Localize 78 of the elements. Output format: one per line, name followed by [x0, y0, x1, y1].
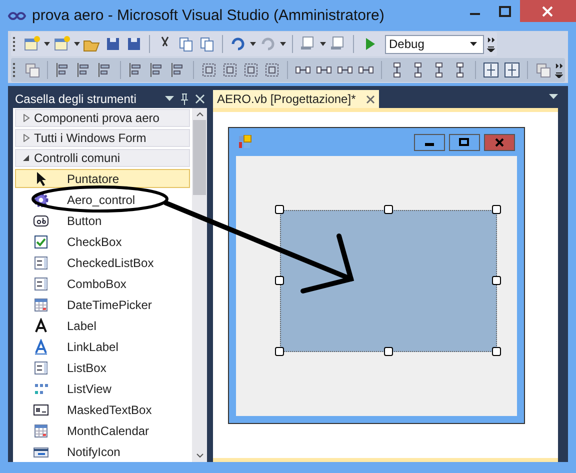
alignment-icon[interactable]	[221, 61, 239, 79]
close-icon[interactable]	[366, 94, 375, 104]
toolbox-item[interactable]: NotifyIcon	[15, 442, 190, 461]
undo-icon[interactable]	[229, 35, 247, 53]
alignment-icon[interactable]	[482, 61, 500, 79]
dropdown-icon[interactable]	[165, 96, 174, 102]
toolbox-item[interactable]: MaskedTextBox	[15, 400, 190, 419]
resize-handle[interactable]	[492, 276, 501, 285]
overflow-icon[interactable]	[555, 62, 563, 78]
expander-icon[interactable]	[22, 134, 30, 142]
toolbox-item[interactable]: ComboBox	[15, 274, 190, 293]
minimize-icon[interactable]	[414, 134, 445, 150]
tool-icon	[33, 318, 49, 334]
toolbox-item[interactable]: LinkLabel	[15, 337, 190, 356]
toolbox-group[interactable]: Componenti prova aero	[15, 109, 190, 127]
tool-icon	[33, 192, 49, 208]
tool-icon	[33, 338, 49, 354]
configuration-dropdown[interactable]: Debug	[385, 34, 484, 54]
dropdown-icon[interactable]	[549, 94, 558, 98]
form-icon	[238, 135, 252, 149]
toolbox-item[interactable]: Label	[15, 316, 190, 335]
alignment-icon[interactable]	[200, 61, 218, 79]
resize-handle[interactable]	[492, 347, 501, 356]
expander-icon[interactable]	[22, 154, 30, 162]
toolbox-item[interactable]: ListView	[15, 379, 190, 398]
caret-icon[interactable]	[74, 42, 80, 46]
toolbox-item[interactable]: Puntatore	[15, 169, 190, 188]
resize-handle[interactable]	[275, 276, 284, 285]
pin-icon[interactable]	[180, 93, 189, 105]
toolbox-group[interactable]: Controlli comuni	[15, 149, 190, 167]
resize-handle[interactable]	[275, 347, 284, 356]
expander-icon[interactable]	[22, 114, 30, 122]
caret-icon[interactable]	[44, 42, 50, 46]
caret-icon[interactable]	[280, 42, 286, 46]
caret-icon	[470, 42, 477, 46]
save-icon[interactable]	[104, 35, 122, 53]
close-button[interactable]	[484, 134, 515, 150]
alignment-icon[interactable]	[23, 61, 41, 79]
app-logo-icon	[8, 10, 26, 20]
tool-icon	[33, 422, 49, 438]
alignment-icon[interactable]	[503, 61, 521, 79]
resize-handle[interactable]	[384, 347, 392, 356]
toolbox-group[interactable]: Tutti i Windows Form	[15, 129, 190, 147]
caret-icon[interactable]	[320, 42, 326, 46]
tool-icon	[33, 360, 49, 376]
scroll-up-icon[interactable]	[196, 112, 204, 117]
toolbox-item[interactable]: DateTimePicker	[15, 295, 190, 314]
document-tab[interactable]: AERO.vb [Progettazione]*	[213, 90, 379, 108]
tool-icon	[33, 234, 49, 250]
toolbox-item[interactable]: MonthCalendar	[15, 421, 190, 440]
resize-handle[interactable]	[384, 205, 392, 214]
tool-icon	[33, 402, 49, 418]
save-all-icon[interactable]	[125, 35, 143, 53]
tool-icon	[33, 276, 49, 292]
alignment-icon[interactable]	[242, 61, 260, 79]
tool-icon	[33, 296, 49, 312]
selected-control[interactable]	[280, 210, 497, 352]
resize-handle[interactable]	[275, 205, 284, 214]
window-title: prova aero - Microsoft Visual Studio (Amministratore)	[32, 7, 384, 24]
toolbox-item[interactable]: CheckedListBox	[15, 253, 190, 272]
copy-icon[interactable]	[177, 35, 195, 53]
toolbox-item[interactable]: ListBox	[15, 358, 190, 377]
form-window[interactable]	[228, 127, 525, 424]
caret-icon[interactable]	[250, 42, 256, 46]
toolbox-item[interactable]: CheckBox	[15, 232, 190, 251]
toolbox-item[interactable]: Button	[15, 211, 190, 230]
tool-icon	[33, 254, 49, 270]
maximize-icon[interactable]	[449, 134, 480, 150]
scroll-down-icon[interactable]	[196, 453, 204, 458]
tool-icon	[33, 212, 49, 228]
toolbox-item[interactable]: Aero_control	[15, 190, 190, 209]
scrollbar-thumb[interactable]	[193, 120, 206, 195]
panel-title: Casella degli strumenti	[15, 92, 138, 106]
close-button[interactable]	[520, 0, 576, 22]
resize-handle[interactable]	[492, 205, 501, 214]
scrollbar[interactable]	[192, 108, 207, 462]
alignment-icon[interactable]	[263, 61, 281, 79]
overflow-icon[interactable]	[487, 36, 495, 52]
